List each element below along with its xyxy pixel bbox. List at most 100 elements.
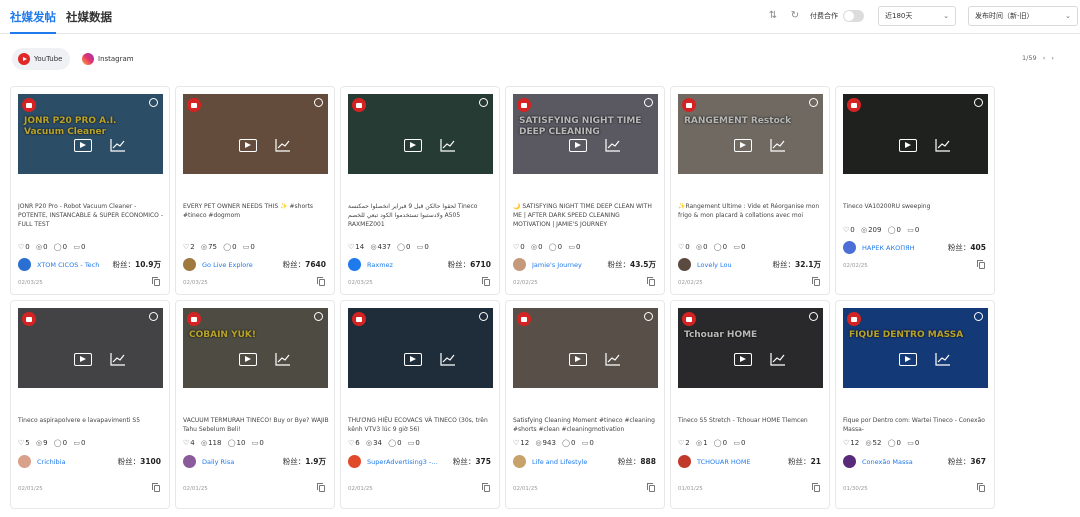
- post-card[interactable]: Satisfying Cleaning Moment #tineco #clea…: [505, 300, 665, 509]
- video-thumbnail[interactable]: [348, 308, 493, 388]
- post-title[interactable]: 🌙 SATISFYING NIGHT TIME DEEP CLEAN WITH …: [513, 202, 659, 229]
- trend-chart-icon[interactable]: [935, 352, 951, 366]
- author[interactable]: Go Live Explore: [183, 258, 273, 272]
- post-title[interactable]: لحقوا حالكن قبل 9 فبراير انخصلوا حمكنسة …: [348, 202, 494, 229]
- author-name[interactable]: Go Live Explore: [202, 258, 274, 272]
- post-card[interactable]: Tchouar HOME Tineco S5 Stretch - Tchouar…: [670, 300, 830, 509]
- select-circle[interactable]: [974, 312, 983, 321]
- video-thumbnail[interactable]: JONR P20 PRO A.I. Vacuum Cleaner: [18, 94, 163, 174]
- author-name[interactable]: Life and Lifestyle: [532, 455, 604, 469]
- select-circle[interactable]: [314, 98, 323, 107]
- prev-page-icon[interactable]: ‹: [1043, 54, 1046, 62]
- post-card[interactable]: THƯƠNG HIỆU ECOVACS VÀ TINECO (30s, trên…: [340, 300, 500, 509]
- author[interactable]: Crichibia: [18, 455, 108, 469]
- post-title[interactable]: Tineco S5 Stretch - Tchouar HOME Tlemcen: [678, 416, 824, 425]
- time-range-select[interactable]: 近180天 ⌄: [878, 6, 956, 26]
- refresh-icon[interactable]: ↻: [788, 9, 802, 23]
- post-title[interactable]: Tineco aspirapolvere e lavapavimenti S5: [18, 416, 164, 425]
- copy-icon[interactable]: [647, 277, 655, 286]
- trend-chart-icon[interactable]: [440, 352, 456, 366]
- author[interactable]: TCHOUAR HOME: [678, 455, 768, 469]
- copy-icon[interactable]: [812, 483, 820, 492]
- author[interactable]: Raxmez: [348, 258, 438, 272]
- copy-icon[interactable]: [482, 483, 490, 492]
- copy-icon[interactable]: [152, 277, 160, 286]
- sort-select[interactable]: 发布时间（新-旧） ⌄: [968, 6, 1078, 26]
- play-video-icon[interactable]: [569, 353, 587, 366]
- author-name[interactable]: XTOM CICOS - Tech: [37, 258, 109, 272]
- post-card[interactable]: Tineco VA10200RU sweeping ♡0 ◎209 ◯0 ▭0 …: [835, 86, 995, 295]
- post-title[interactable]: Fique por Dentro com: Wartei Tineco - Co…: [843, 416, 989, 434]
- author[interactable]: Life and Lifestyle: [513, 455, 603, 469]
- post-card[interactable]: لحقوا حالكن قبل 9 فبراير انخصلوا حمكنسة …: [340, 86, 500, 295]
- author-name[interactable]: Conexão Massa: [862, 455, 934, 469]
- post-card[interactable]: EVERY PET OWNER NEEDS THIS ✨ #shorts #ti…: [175, 86, 335, 295]
- post-title[interactable]: EVERY PET OWNER NEEDS THIS ✨ #shorts #ti…: [183, 202, 329, 220]
- author-name[interactable]: Jamie's Journey: [532, 258, 604, 272]
- play-video-icon[interactable]: [569, 139, 587, 152]
- trend-chart-icon[interactable]: [770, 352, 786, 366]
- post-title[interactable]: Satisfying Cleaning Moment #tineco #clea…: [513, 416, 659, 434]
- trend-chart-icon[interactable]: [110, 138, 126, 152]
- trend-chart-icon[interactable]: [605, 138, 621, 152]
- select-circle[interactable]: [149, 98, 158, 107]
- author[interactable]: XTOM CICOS - Tech: [18, 258, 108, 272]
- platform-chip-youtube[interactable]: YouTube: [12, 48, 70, 70]
- video-thumbnail[interactable]: Tchouar HOME: [678, 308, 823, 388]
- author[interactable]: Conexão Massa: [843, 455, 933, 469]
- play-video-icon[interactable]: [74, 353, 92, 366]
- post-title[interactable]: Tineco VA10200RU sweeping: [843, 202, 989, 211]
- trend-chart-icon[interactable]: [935, 138, 951, 152]
- select-circle[interactable]: [644, 312, 653, 321]
- copy-icon[interactable]: [482, 277, 490, 286]
- copy-icon[interactable]: [977, 483, 985, 492]
- author-name[interactable]: Raxmez: [367, 258, 439, 272]
- trend-chart-icon[interactable]: [440, 138, 456, 152]
- post-title[interactable]: VACUUM TERMURAH TINECO! Buy or Bye? WAJI…: [183, 416, 329, 434]
- select-circle[interactable]: [479, 312, 488, 321]
- post-card[interactable]: JONR P20 PRO A.I. Vacuum Cleaner JONR P2…: [10, 86, 170, 295]
- copy-icon[interactable]: [977, 260, 985, 269]
- video-thumbnail[interactable]: [183, 94, 328, 174]
- copy-icon[interactable]: [317, 277, 325, 286]
- tab-social-data[interactable]: 社媒数据: [66, 9, 112, 25]
- paid-collab-toggle[interactable]: [843, 10, 864, 22]
- play-video-icon[interactable]: [734, 353, 752, 366]
- author[interactable]: НАРЕК АКОПЯН: [843, 241, 933, 255]
- filter-sort-icon[interactable]: ⇅: [766, 9, 780, 23]
- trend-chart-icon[interactable]: [275, 352, 291, 366]
- select-circle[interactable]: [149, 312, 158, 321]
- video-thumbnail[interactable]: [348, 94, 493, 174]
- video-thumbnail[interactable]: RANGEMENT Restock: [678, 94, 823, 174]
- select-circle[interactable]: [644, 98, 653, 107]
- select-circle[interactable]: [974, 98, 983, 107]
- next-page-icon[interactable]: ›: [1051, 54, 1054, 62]
- trend-chart-icon[interactable]: [605, 352, 621, 366]
- author-name[interactable]: Crichibia: [37, 455, 109, 469]
- trend-chart-icon[interactable]: [770, 138, 786, 152]
- video-thumbnail[interactable]: COBAIN YUK!: [183, 308, 328, 388]
- play-video-icon[interactable]: [899, 353, 917, 366]
- copy-icon[interactable]: [647, 483, 655, 492]
- author-name[interactable]: Daily Risa: [202, 455, 274, 469]
- play-video-icon[interactable]: [404, 353, 422, 366]
- select-circle[interactable]: [809, 312, 818, 321]
- post-card[interactable]: SATISFYING NIGHT TIME DEEP CLEANING 🌙 SA…: [505, 86, 665, 295]
- author-name[interactable]: TCHOUAR HOME: [697, 455, 769, 469]
- play-video-icon[interactable]: [74, 139, 92, 152]
- video-thumbnail[interactable]: [843, 94, 988, 174]
- copy-icon[interactable]: [317, 483, 325, 492]
- author-name[interactable]: SuperAdvertising3 - Qu...: [367, 455, 439, 469]
- video-thumbnail[interactable]: [18, 308, 163, 388]
- author-name[interactable]: НАРЕК АКОПЯН: [862, 241, 934, 255]
- author[interactable]: SuperAdvertising3 - Qu...: [348, 455, 439, 469]
- post-card[interactable]: FIQUE DENTRO MASSA Fique por Dentro com:…: [835, 300, 995, 509]
- trend-chart-icon[interactable]: [110, 352, 126, 366]
- select-circle[interactable]: [314, 312, 323, 321]
- post-title[interactable]: THƯƠNG HIỆU ECOVACS VÀ TINECO (30s, trên…: [348, 416, 494, 434]
- video-thumbnail[interactable]: [513, 308, 658, 388]
- author[interactable]: Daily Risa: [183, 455, 273, 469]
- copy-icon[interactable]: [152, 483, 160, 492]
- post-card[interactable]: RANGEMENT Restock ✨Rangement Ultime : Vi…: [670, 86, 830, 295]
- post-card[interactable]: COBAIN YUK! VACUUM TERMURAH TINECO! Buy …: [175, 300, 335, 509]
